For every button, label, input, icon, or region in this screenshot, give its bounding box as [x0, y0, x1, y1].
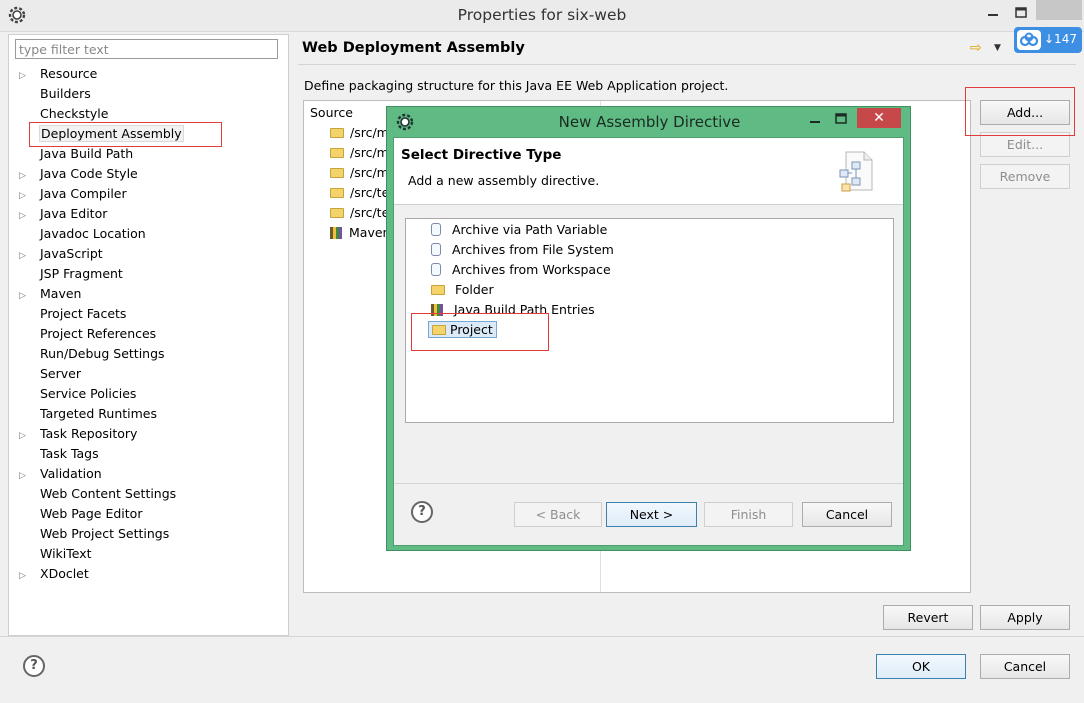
expand-arrow-icon[interactable]: ▷ [19, 166, 39, 186]
folder-icon [431, 285, 445, 295]
expand-arrow-icon[interactable]: ▷ [19, 186, 39, 206]
revert-button[interactable]: Revert [883, 605, 973, 630]
minimize-icon[interactable] [807, 111, 823, 127]
tree-item-javascript[interactable]: ▷ JavaScript [19, 244, 104, 264]
apply-button[interactable]: Apply [980, 605, 1070, 630]
divider [298, 64, 1076, 65]
dialog-cancel-button[interactable]: Cancel [802, 502, 892, 527]
window-title: Properties for six-web [457, 6, 627, 24]
jar-icon [431, 263, 441, 276]
tree-item-web-page-editor[interactable]: Web Page Editor [19, 504, 143, 524]
tree-item-project-facets[interactable]: Project Facets [19, 304, 127, 324]
dialog-close-button[interactable]: ✕ [857, 108, 901, 128]
tree-item-server[interactable]: Server [19, 364, 82, 384]
close-window-button[interactable] [1036, 0, 1082, 20]
table-row[interactable]: Maven [330, 223, 390, 243]
maximize-icon[interactable] [833, 111, 849, 127]
remove-button[interactable]: Remove [980, 164, 1070, 189]
wizard-banner-icon [839, 151, 873, 192]
tree-item-task-tags[interactable]: Task Tags [19, 444, 100, 464]
tree-item-service-policies[interactable]: Service Policies [19, 384, 137, 404]
divider [394, 483, 903, 484]
folder-icon [330, 148, 344, 158]
tree-item-java-compiler[interactable]: ▷ Java Compiler [19, 184, 128, 204]
divider [0, 636, 1084, 637]
expand-arrow-icon[interactable]: ▷ [19, 426, 39, 446]
tree-item-task-repository[interactable]: ▷ Task Repository [19, 424, 138, 444]
list-item-archive-via-path-variable[interactable]: Archive via Path Variable [431, 220, 611, 240]
tree-item-web-content-settings[interactable]: Web Content Settings [19, 484, 177, 504]
dialog-header: Select Directive Type Add a new assembly… [394, 138, 903, 205]
expand-arrow-icon[interactable]: ▷ [19, 246, 39, 266]
dialog-body: Select Directive Type Add a new assembly… [393, 137, 904, 546]
expand-arrow-icon[interactable]: ▷ [19, 566, 39, 586]
minimize-icon[interactable] [980, 4, 1006, 22]
next-button[interactable]: Next > [606, 502, 697, 527]
tree-item-targeted-runtimes[interactable]: Targeted Runtimes [19, 404, 158, 424]
filter-input[interactable] [15, 39, 278, 59]
window-titlebar: Properties for six-web [0, 0, 1084, 32]
table-row[interactable]: /src/m [330, 163, 389, 183]
expand-arrow-icon[interactable]: ▷ [19, 286, 39, 306]
tree-item-java-editor[interactable]: ▷ Java Editor [19, 204, 108, 224]
table-row[interactable]: /src/m [330, 143, 389, 163]
tree-item-run-debug-settings[interactable]: Run/Debug Settings [19, 344, 166, 364]
list-item-folder[interactable]: Folder [431, 280, 498, 300]
column-header-source[interactable]: Source [310, 105, 353, 120]
tree-item-javadoc-location[interactable]: Javadoc Location [19, 224, 147, 244]
tree-item-maven[interactable]: ▷ Maven [19, 284, 82, 304]
annotation-highlight-box [29, 122, 222, 147]
dialog-subheading: Add a new assembly directive. [408, 173, 600, 188]
page-title: Web Deployment Assembly [302, 40, 525, 56]
dialog-heading: Select Directive Type [401, 147, 562, 163]
folder-icon [330, 168, 344, 178]
tree-item-validation[interactable]: ▷ Validation [19, 464, 103, 484]
jar-icon [431, 223, 441, 236]
tree-item-java-build-path[interactable]: Java Build Path [19, 144, 134, 164]
tree-item-builders[interactable]: Builders [19, 84, 92, 104]
annotation-highlight-box [965, 87, 1075, 136]
list-item-archives-from-workspace[interactable]: Archives from Workspace [431, 260, 615, 280]
tree-item-checkstyle[interactable]: Checkstyle [19, 104, 109, 124]
maximize-icon[interactable] [1008, 4, 1034, 22]
expand-arrow-icon[interactable]: ▷ [19, 466, 39, 486]
tree-item-xdoclet[interactable]: ▷ XDoclet [19, 564, 90, 584]
cloud-icon [1017, 30, 1041, 50]
tree-item-web-project-settings[interactable]: Web Project Settings [19, 524, 170, 544]
tree-item-resource[interactable]: ▷ Resource [19, 64, 98, 84]
view-menu-chevron-icon[interactable]: ▼ [994, 43, 1001, 53]
folder-icon [330, 208, 344, 218]
help-icon[interactable]: ? [411, 501, 433, 523]
table-row[interactable]: /src/te [330, 183, 389, 203]
annotation-highlight-box [411, 313, 549, 351]
back-button[interactable]: < Back [514, 502, 602, 527]
folder-icon [330, 188, 344, 198]
table-row[interactable]: /src/m [330, 123, 389, 143]
cancel-button[interactable]: Cancel [980, 654, 1070, 679]
expand-arrow-icon[interactable]: ▷ [19, 206, 39, 226]
cloud-sync-badge[interactable]: ↓147 [1014, 27, 1082, 53]
libraries-icon [330, 227, 344, 239]
tree-item-java-code-style[interactable]: ▷ Java Code Style [19, 164, 139, 184]
finish-button[interactable]: Finish [704, 502, 793, 527]
page-description: Define packaging structure for this Java… [304, 78, 729, 93]
new-assembly-directive-dialog: New Assembly Directive ✕ Select Directiv… [386, 106, 911, 551]
tree-item-jsp-fragment[interactable]: JSP Fragment [19, 264, 124, 284]
help-icon[interactable]: ? [23, 655, 45, 677]
table-row[interactable]: /src/te [330, 203, 389, 223]
expand-arrow-icon[interactable]: ▷ [19, 66, 39, 86]
back-arrow-icon[interactable]: ⇨ [970, 40, 982, 56]
tree-item-project-references[interactable]: Project References [19, 324, 157, 344]
tree-item-wikitext[interactable]: WikiText [19, 544, 93, 564]
jar-icon [431, 243, 441, 256]
download-count: ↓147 [1044, 32, 1077, 46]
ok-button[interactable]: OK [876, 654, 966, 679]
folder-icon [330, 128, 344, 138]
list-item-archives-from-file-system[interactable]: Archives from File System [431, 240, 618, 260]
